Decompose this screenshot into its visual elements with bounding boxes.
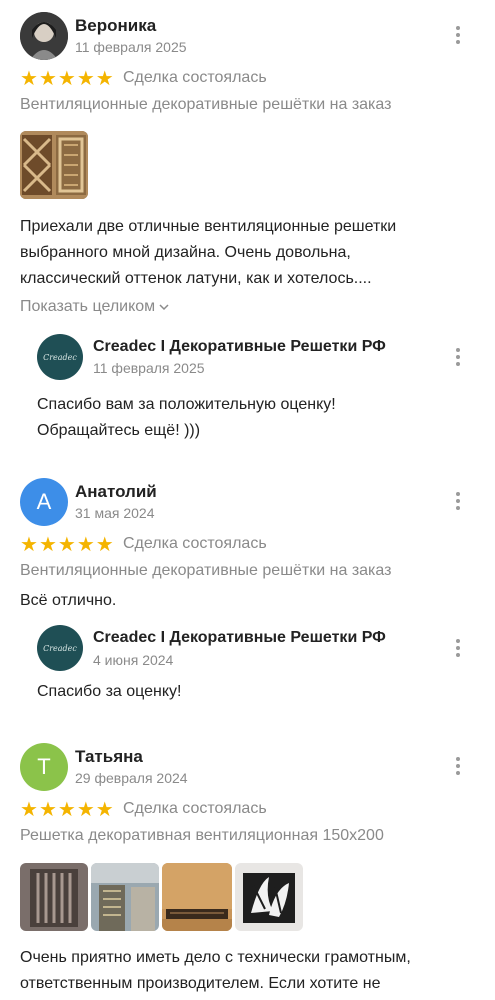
reply-text: Спасибо за оценку! [37, 683, 182, 700]
star-icon: ★ [57, 799, 76, 821]
star-icon: ★ [20, 534, 38, 556]
review-photo[interactable] [91, 863, 159, 931]
author-name[interactable]: Анатолий [75, 482, 157, 502]
star-icon: ★ [38, 534, 57, 556]
reply-author[interactable]: Creadec I Декоративные Решетки РФ [93, 629, 386, 647]
company-logo: Creadec [43, 352, 77, 362]
review-date: 11 февраля 2025 [75, 39, 187, 55]
star-icon: ★ [76, 68, 95, 90]
product-name[interactable]: Вентиляционные декоративные решётки на з… [20, 96, 391, 114]
review-text: классический оттенок латуни, как и хотел… [20, 270, 372, 287]
reply-date: 4 июня 2024 [93, 652, 174, 668]
star-icon: ★ [76, 799, 95, 821]
review-text: ответственным производителем. Если хотит… [20, 975, 381, 992]
company-avatar[interactable]: Creadec [37, 334, 83, 380]
review-photo[interactable] [162, 863, 232, 931]
review-photo[interactable] [20, 131, 88, 199]
avatar-letter: А [36, 489, 52, 514]
show-more-link[interactable]: Показать целиком [20, 298, 169, 316]
avatar-letter: Т [37, 754, 51, 779]
star-icon: ★ [57, 534, 76, 556]
company-logo: Creadec [43, 643, 77, 653]
more-options-icon[interactable] [448, 24, 468, 46]
avatar[interactable]: А [20, 478, 68, 526]
rating-stars: ★ ★ ★ ★ ★ [20, 800, 114, 820]
more-options-icon[interactable] [448, 637, 468, 659]
reply-date: 11 февраля 2025 [93, 360, 205, 376]
star-icon: ★ [95, 68, 114, 90]
review-date: 31 мая 2024 [75, 505, 155, 521]
star-icon: ★ [76, 534, 95, 556]
review-text: Очень приятно иметь дело с технически гр… [20, 949, 411, 966]
deal-status: Сделка состоялась [123, 535, 267, 552]
author-name[interactable]: Вероника [75, 16, 156, 36]
show-more-label: Показать целиком [20, 298, 156, 315]
review-card: Вероника 11 февраля 2025 ★ ★ ★ ★ ★ Сделк… [0, 0, 495, 460]
review-card: А Анатолий 31 мая 2024 ★ ★ ★ ★ ★ Сделка … [0, 470, 495, 730]
more-options-icon[interactable] [448, 346, 468, 368]
review-card: Т Татьяна 29 февраля 2024 ★ ★ ★ ★ ★ Сдел… [0, 735, 495, 1000]
company-avatar[interactable]: Creadec [37, 625, 83, 671]
avatar[interactable]: Т [20, 743, 68, 791]
star-icon: ★ [20, 68, 38, 90]
rating-stars: ★ ★ ★ ★ ★ [20, 69, 114, 89]
star-icon: ★ [38, 799, 57, 821]
review-photo[interactable] [20, 863, 88, 931]
avatar[interactable] [20, 12, 68, 60]
star-icon: ★ [38, 68, 57, 90]
review-text: Всё отлично. [20, 592, 117, 609]
star-icon: ★ [95, 534, 114, 556]
product-name[interactable]: Решетка декоративная вентиляционная 150х… [20, 827, 384, 845]
more-options-icon[interactable] [448, 755, 468, 777]
reply-author[interactable]: Creadec I Декоративные Решетки РФ [93, 338, 386, 356]
star-icon: ★ [20, 799, 38, 821]
author-name[interactable]: Татьяна [75, 747, 143, 767]
deal-status: Сделка состоялась [123, 800, 267, 817]
review-date: 29 февраля 2024 [75, 770, 188, 786]
reply-text: Обращайтесь ещё! ))) [37, 422, 201, 439]
review-text: Приехали две отличные вентиляционные реш… [20, 218, 397, 235]
product-name[interactable]: Вентиляционные декоративные решётки на з… [20, 562, 391, 580]
more-options-icon[interactable] [448, 490, 468, 512]
review-text: выбранного мной дизайна. Очень довольна, [20, 244, 351, 261]
review-photo[interactable] [235, 863, 303, 931]
star-icon: ★ [95, 799, 114, 821]
chevron-down-icon [159, 304, 169, 311]
rating-stars: ★ ★ ★ ★ ★ [20, 535, 114, 555]
star-icon: ★ [57, 68, 76, 90]
deal-status: Сделка состоялась [123, 69, 267, 86]
reply-text: Спасибо вам за положительную оценку! [37, 396, 336, 413]
